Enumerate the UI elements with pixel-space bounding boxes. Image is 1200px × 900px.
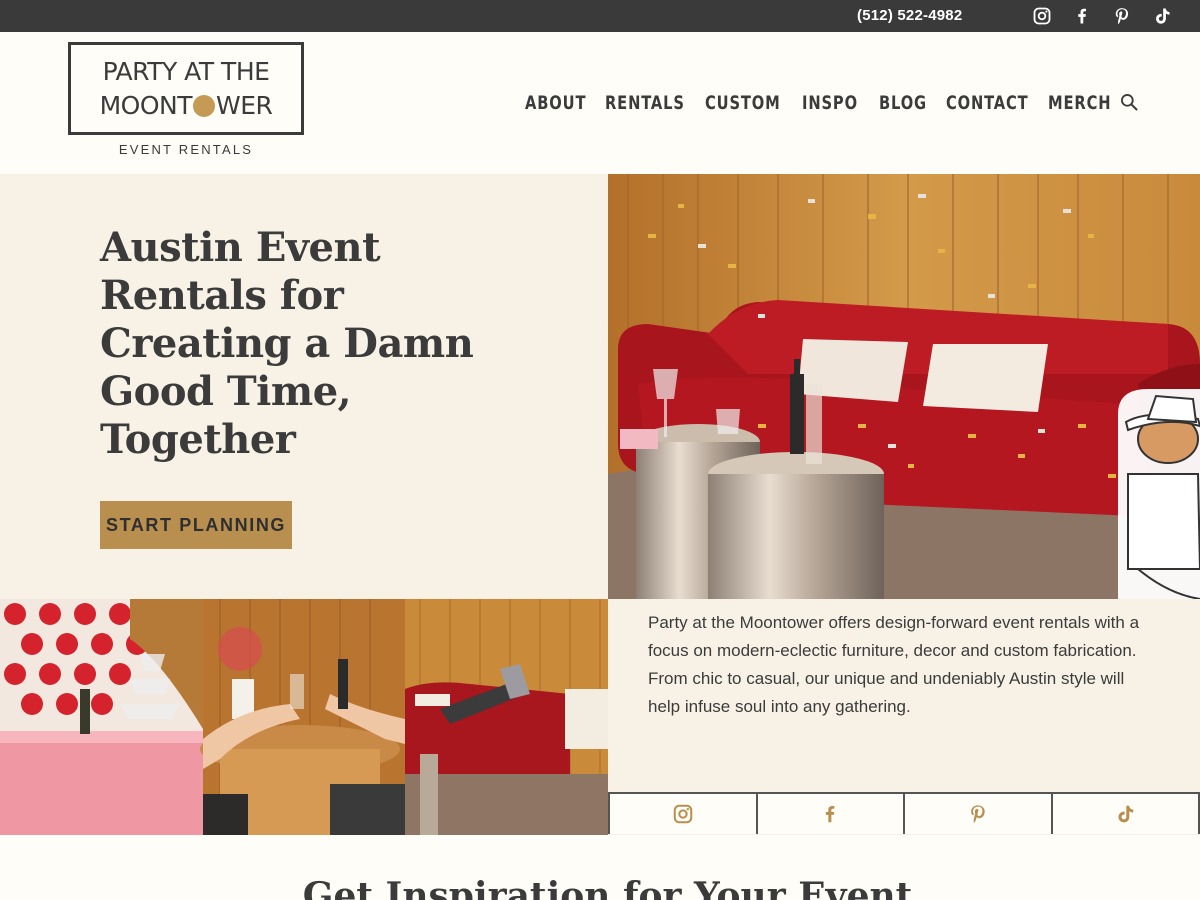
site-header: PARTY AT THE MOONT WER EVENT RENTALS ABOU… [0,32,1200,174]
nav-rentals[interactable]: RENTALS [605,92,685,114]
logo-line-2-end: WER [216,91,273,120]
main-nav: ABOUT RENTALS CUSTOM INSPO BLOG CONTACT … [525,92,1111,114]
top-bar: (512) 522-4982 [0,0,1200,32]
nav-inspo[interactable]: INSPO [802,92,858,114]
logo-line-2-start: MOONT [99,91,193,120]
hero-section: Austin Event Rentals for Creating a Damn… [0,174,608,599]
about-text: Party at the Moontower offers design-for… [648,613,1140,716]
nav-merch[interactable]: MERCH [1048,92,1111,114]
tiktok-icon[interactable] [1052,794,1200,834]
site-logo[interactable]: PARTY AT THE MOONT WER EVENT RENTALS [68,42,304,166]
social-links-row [608,792,1200,834]
logo-line-1: PARTY AT THE [102,57,270,86]
hero-image [608,174,1200,599]
moon-icon [193,95,215,117]
nav-custom[interactable]: CUSTOM [705,92,781,114]
nav-blog[interactable]: BLOG [879,92,927,114]
search-icon[interactable] [1119,92,1139,112]
pinterest-icon[interactable] [1112,6,1132,26]
inspiration-title: Get Inspiration for Your Event [302,875,913,900]
logo-line-2: MOONT WER [71,91,301,120]
gallery-image-bar [0,599,203,835]
facebook-icon[interactable] [1072,6,1092,26]
inspiration-section: Get Inspiration for Your Event [0,835,1200,900]
tiktok-icon[interactable] [1152,6,1172,26]
gallery-strip [0,599,608,835]
logo-frame: PARTY AT THE MOONT WER [68,42,304,135]
nav-contact[interactable]: CONTACT [946,92,1029,114]
instagram-icon[interactable] [608,794,758,834]
nav-about[interactable]: ABOUT [525,92,586,114]
hero-title: Austin Event Rentals for Creating a Damn… [100,224,474,463]
pinterest-icon[interactable] [905,794,1053,834]
start-planning-button[interactable]: START PLANNING [100,501,292,549]
phone-link[interactable]: (512) 522-4982 [857,7,962,24]
facebook-icon[interactable] [757,794,905,834]
logo-subtitle: EVENT RENTALS [118,142,254,157]
about-section: Party at the Moontower offers design-for… [608,599,1200,835]
instagram-icon[interactable] [1032,6,1052,26]
